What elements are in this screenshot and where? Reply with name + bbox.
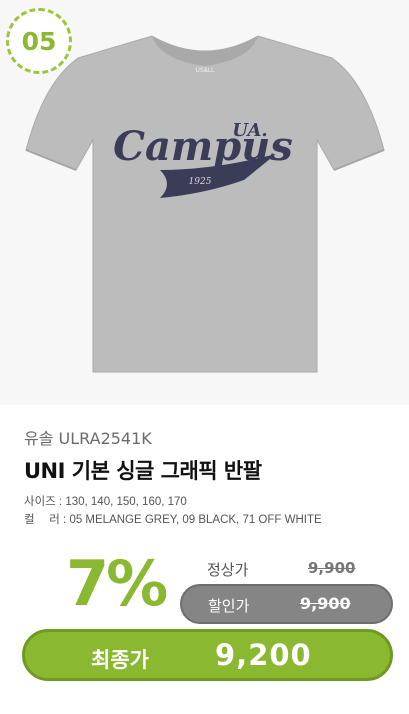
product-code: 유솔 ULRA2541K [24,429,152,448]
regular-price: 9,900 [308,559,356,577]
graphic-year-text: 1925 [189,177,212,187]
shirt-tag-text: US&LL [195,68,215,74]
final-price: 9,200 [215,638,312,672]
size-spec: 사이즈 : 130, 140, 150, 160, 170 [24,496,187,508]
final-price-label: 최종가 [91,648,149,672]
product-info-panel: 유솔 ULRA2541K UNI 기본 싱글 그래픽 반팔 사이즈 : 130,… [0,405,409,714]
sale-price-label: 할인가 [208,597,250,615]
sale-price-pill: 할인가 9,900 [180,584,393,624]
product-image-area: US&LL UA. Campus 1925 05 [0,0,409,405]
sale-price: 9,900 [300,594,351,613]
final-price-bar: 최종가 9,200 [22,629,393,681]
discount-rate: 7% [66,547,168,620]
color-spec: 컬 러 : 05 MELANGE GREY, 09 BLACK, 71 OFF … [24,514,322,526]
badge-number: 05 [21,26,57,56]
product-name: UNI 기본 싱글 그래픽 반팔 [24,459,262,483]
product-number-badge: 05 [6,8,72,74]
regular-price-label: 정상가 [207,561,249,579]
tshirt-image: US&LL UA. Campus 1925 [25,35,385,373]
graphic-main-text: Campus [113,123,293,170]
